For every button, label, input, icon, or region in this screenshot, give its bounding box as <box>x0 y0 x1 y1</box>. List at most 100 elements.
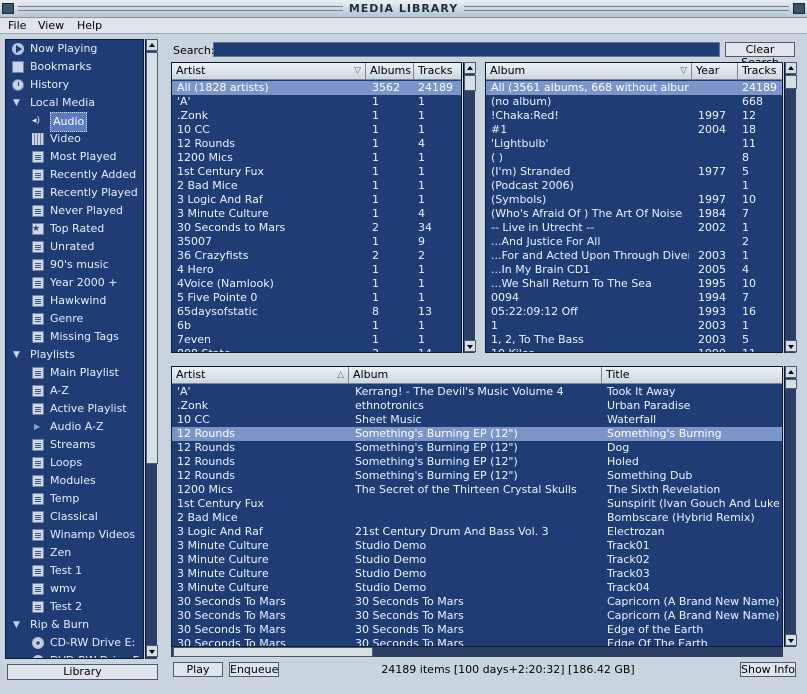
album-tracks-column-header[interactable]: Tracks <box>738 63 782 80</box>
expand-arrow-icon[interactable] <box>12 94 24 112</box>
play-button[interactable]: Play <box>173 662 223 677</box>
albums-row[interactable]: (no album) 668 <box>486 95 782 109</box>
albums-row[interactable]: ...And Justice For All 2 <box>486 235 782 249</box>
artists-row[interactable]: 12 Rounds 1 4 <box>172 137 461 151</box>
albums-row[interactable]: 'Lightbulb' 11 <box>486 137 782 151</box>
artists-row[interactable]: .Zonk 1 1 <box>172 109 461 123</box>
expand-arrow-icon[interactable] <box>12 616 24 634</box>
track-scroll-down-icon[interactable] <box>785 634 797 646</box>
artist-list[interactable]: Artist ▽ Albums Tracks All (1828 artists)… <box>171 62 462 353</box>
tracks-row[interactable]: 3 Minute Culture Studio Demo Track03 <box>172 567 782 581</box>
track-album-column-header[interactable]: Album <box>349 367 602 384</box>
menu-view[interactable]: View <box>38 19 64 32</box>
albums-row[interactable]: !Chaka:Red! 1997 12 <box>486 109 782 123</box>
sidebar-scroll-down-icon[interactable] <box>146 645 158 657</box>
album-scroll-up-icon[interactable] <box>785 62 797 74</box>
artists-row[interactable]: 3 Minute Culture 1 4 <box>172 207 461 221</box>
artists-row[interactable]: 'A' 1 1 <box>172 95 461 109</box>
tracks-row[interactable]: 3 Minute Culture Studio Demo Track02 <box>172 553 782 567</box>
artists-row[interactable]: 808 State 3 14 <box>172 347 461 352</box>
artist-scrollbar[interactable] <box>463 62 476 353</box>
track-horizontal-scrollbar[interactable] <box>171 647 783 657</box>
artists-row[interactable]: 30 Seconds to Mars 2 34 <box>172 221 461 235</box>
albums-row[interactable]: 05:22:09:12 Off 1993 16 <box>486 305 782 319</box>
artist-scroll-thumb[interactable] <box>464 75 476 91</box>
albums-row[interactable]: All (3561 albums, 668 without album) 2418… <box>486 81 782 95</box>
artist-scroll-down-icon[interactable] <box>464 340 476 352</box>
albums-row[interactable]: 0094 1994 7 <box>486 291 782 305</box>
albums-row[interactable]: ...We Shall Return To The Sea 1995 10 <box>486 277 782 291</box>
albums-row[interactable]: 1 2003 1 <box>486 319 782 333</box>
tracks-row[interactable]: 30 Seconds To Mars 30 Seconds To Mars Edge… <box>172 637 782 646</box>
artists-row[interactable]: 2 Bad Mice 1 1 <box>172 179 461 193</box>
artists-row[interactable]: 5 Five Pointe 0 1 1 <box>172 291 461 305</box>
track-scrollbar[interactable] <box>784 366 797 647</box>
tracks-row[interactable]: 12 Rounds Something's Burning EP (12") Hol… <box>172 455 782 469</box>
artists-row[interactable]: 10 CC 1 1 <box>172 123 461 137</box>
clear-search-button[interactable]: Clear Search <box>725 42 795 69</box>
artists-row[interactable]: 3 Logic And Raf 1 1 <box>172 193 461 207</box>
tracks-row[interactable]: 12 Rounds Something's Burning EP (12") Som… <box>172 427 782 441</box>
albums-row[interactable]: (I'm) Stranded 1977 5 <box>486 165 782 179</box>
albums-row[interactable]: ...In My Brain CD1 2005 4 <box>486 263 782 277</box>
albums-column-header[interactable]: Albums <box>366 63 414 80</box>
sidebar-scroll-thumb[interactable] <box>146 52 158 464</box>
tracks-row[interactable]: .Zonk ethnotronics Urban Paradise <box>172 399 782 413</box>
track-hscroll-thumb[interactable] <box>173 647 373 657</box>
tracks-row[interactable]: 3 Logic And Raf 21st Century Drum And Bas… <box>172 525 782 539</box>
albums-row[interactable]: -- Live in Utrecht -- 2002 1 <box>486 221 782 235</box>
library-button[interactable]: Library <box>7 664 158 680</box>
tracks-row[interactable]: 1200 Mics The Secret of the Thirteen Crys… <box>172 483 782 497</box>
menu-file[interactable]: File <box>8 19 26 32</box>
sidebar-tree[interactable]: Now Playing Bookmarks History Local Media Au… <box>5 39 144 659</box>
artists-row[interactable]: 35007 1 9 <box>172 235 461 249</box>
tracks-row[interactable]: 30 Seconds To Mars 30 Seconds To Mars Capr… <box>172 609 782 623</box>
tracks-row[interactable]: 1st Century Fux Sunspirit (Ivan Gouch And… <box>172 497 782 511</box>
albums-row[interactable]: 1, 2, To The Bass 2003 5 <box>486 333 782 347</box>
sidebar-scroll-up-icon[interactable] <box>146 39 158 51</box>
menu-help[interactable]: Help <box>77 19 102 32</box>
tracks-row[interactable]: 30 Seconds To Mars 30 Seconds To Mars Capr… <box>172 595 782 609</box>
search-input[interactable] <box>213 42 720 57</box>
artists-row[interactable]: 1200 Mics 1 1 <box>172 151 461 165</box>
tracks-row[interactable]: 10 CC Sheet Music Waterfall <box>172 413 782 427</box>
tracks-row[interactable]: 3 Minute Culture Studio Demo Track01 <box>172 539 782 553</box>
artists-row[interactable]: 1st Century Fux 1 1 <box>172 165 461 179</box>
albums-row[interactable]: ( ) 8 <box>486 151 782 165</box>
album-column-header[interactable]: Album ▽ <box>486 63 692 80</box>
close-button[interactable] <box>793 3 805 14</box>
albums-row[interactable]: (Who's Afraid Of ) The Art Of Noise 1984 7 <box>486 207 782 221</box>
title-bar[interactable]: MEDIA LIBRARY <box>0 0 807 18</box>
albums-row[interactable]: 10 Kilos 1999 11 <box>486 347 782 352</box>
sidebar-scrollbar[interactable] <box>145 39 158 659</box>
albums-row[interactable]: (Symbols) 1997 10 <box>486 193 782 207</box>
album-scroll-down-icon[interactable] <box>785 340 797 352</box>
show-info-button[interactable]: Show Info <box>740 662 796 677</box>
album-list[interactable]: Album ▽ Year Tracks All (3561 albums, 668… <box>485 62 783 353</box>
album-scroll-thumb[interactable] <box>785 75 797 89</box>
artists-row[interactable]: 6b 1 1 <box>172 319 461 333</box>
year-column-header[interactable]: Year <box>692 63 738 80</box>
tracks-row[interactable]: 30 Seconds To Mars 30 Seconds To Mars Edge… <box>172 623 782 637</box>
artists-row[interactable]: 36 Crazyfists 2 2 <box>172 249 461 263</box>
artists-row[interactable]: 7even 1 1 <box>172 333 461 347</box>
album-scrollbar[interactable] <box>784 62 797 353</box>
tracks-row[interactable]: 2 Bad Mice Bombscare (Hybrid Remix) <box>172 511 782 525</box>
track-scroll-up-icon[interactable] <box>785 366 797 378</box>
expand-arrow-icon[interactable] <box>12 346 24 364</box>
artists-row[interactable]: 65daysofstatic 8 13 <box>172 305 461 319</box>
track-title-column-header[interactable]: Title <box>602 367 782 384</box>
artist-column-header[interactable]: Artist ▽ <box>172 63 366 80</box>
tracks-column-header[interactable]: Tracks <box>414 63 461 80</box>
tracks-row[interactable]: 12 Rounds Something's Burning EP (12") Dog <box>172 441 782 455</box>
track-scroll-thumb[interactable] <box>785 379 797 389</box>
track-list[interactable]: Artist △ Album Title 'A' Kerrang! - The De… <box>171 366 783 647</box>
tracks-row[interactable]: 3 Minute Culture Studio Demo Track04 <box>172 581 782 595</box>
artists-row[interactable]: 4 Hero 1 1 <box>172 263 461 277</box>
enqueue-button[interactable]: Enqueue <box>229 662 279 677</box>
albums-row[interactable]: ...For and Acted Upon Through Diversi...… <box>486 249 782 263</box>
albums-row[interactable]: #1 2004 18 <box>486 123 782 137</box>
tracks-row[interactable]: 'A' Kerrang! - The Devil's Music Volume 4… <box>172 385 782 399</box>
artists-row[interactable]: 4Voice (Namlook) 1 1 <box>172 277 461 291</box>
track-artist-column-header[interactable]: Artist △ <box>172 367 349 384</box>
